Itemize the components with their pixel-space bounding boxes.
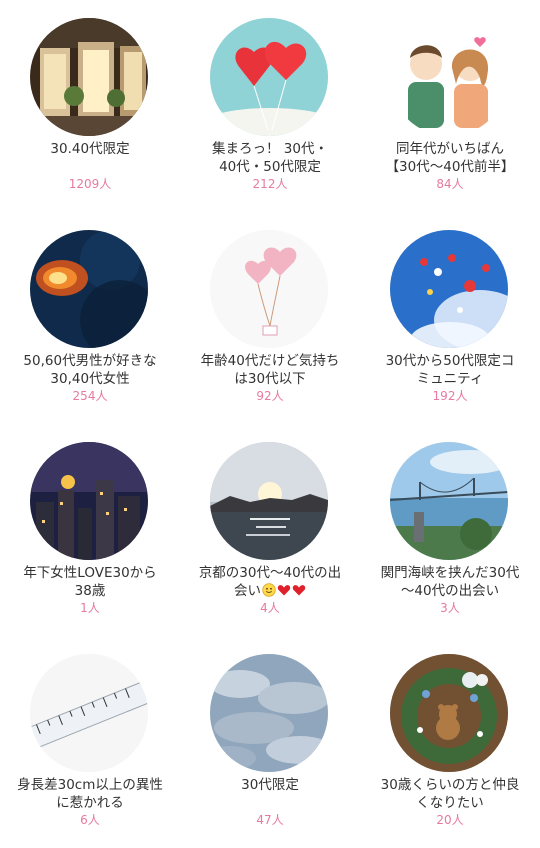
community-thumbnail[interactable] [390, 442, 508, 560]
member-count: 254人 [72, 389, 108, 403]
ruler-photo [30, 654, 148, 772]
community-title-line: 会い [186, 582, 354, 600]
community-title-line: 同年代がいちばん [396, 141, 504, 157]
community-title-line: 30,40代女性 [50, 371, 130, 387]
community-thumbnail[interactable] [390, 18, 508, 136]
community-thumbnail[interactable] [390, 654, 508, 772]
community-title[interactable]: 京都の30代〜40代の出 会い [186, 564, 354, 600]
community-card[interactable]: 身長差30cm以上の異性 に惹かれる 6人 [0, 636, 180, 848]
community-thumbnail[interactable] [390, 230, 508, 348]
community-grid: 30.40代限定 1209人 集まろっ！ 30代・ 40代・50代限定 212人 [0, 0, 540, 845]
community-title-line: くなりたい [416, 795, 484, 811]
member-count: 6人 [80, 813, 100, 827]
community-card[interactable]: 30.40代限定 1209人 [0, 0, 180, 212]
community-title[interactable]: 身長差30cm以上の異性 に惹かれる [6, 776, 174, 812]
community-title-line: 50,60代男性が好きな [23, 353, 157, 369]
community-card[interactable]: 同年代がいちばん 【30代〜40代前半】 84人 [360, 0, 540, 212]
member-count: 212人 [252, 177, 288, 191]
community-title-line: 年齢40代だけど気持ち [200, 353, 340, 369]
community-title[interactable]: 30.40代限定 [6, 140, 174, 158]
community-title-line: 集まろっ！ 30代・ [212, 141, 328, 157]
community-card[interactable]: 年下女性LOVE30から 38歳 1人 [0, 424, 180, 636]
community-title-line: 30.40代限定 [50, 141, 130, 157]
community-thumbnail[interactable] [30, 442, 148, 560]
member-count: 47人 [256, 813, 284, 827]
community-title-line: 38歳 [74, 583, 106, 599]
community-card[interactable]: 30歳くらいの方と仲良 くなりたい 20人 [360, 636, 540, 848]
community-title-line: 身長差30cm以上の異性 [17, 777, 163, 793]
pink-heart-balloons-illustration [210, 230, 328, 348]
community-title-line: 40代・50代限定 [219, 159, 321, 175]
community-title-line: 〜40代の出会い [400, 583, 500, 599]
member-count: 1人 [80, 601, 100, 615]
couple-illustration [390, 18, 508, 136]
community-title[interactable]: 関門海峡を挟んだ30代 〜40代の出会い [366, 564, 534, 600]
community-title[interactable]: 50,60代男性が好きな 30,40代女性 [6, 352, 174, 388]
community-title[interactable]: 30代から50代限定コ ミュニティ [366, 352, 534, 388]
member-count: 20人 [436, 813, 464, 827]
red-heart-emoji [277, 585, 291, 596]
community-title-line: 30代から50代限定コ [385, 353, 515, 369]
community-title[interactable]: 年齢40代だけど気持ち は30代以下 [186, 352, 354, 388]
community-title[interactable]: 30歳くらいの方と仲良 くなりたい [366, 776, 534, 812]
community-title[interactable]: 30代限定 [186, 776, 354, 794]
community-card[interactable]: 関門海峡を挟んだ30代 〜40代の出会い 3人 [360, 424, 540, 636]
community-thumbnail[interactable] [30, 18, 148, 136]
lit-shopfront-photo [30, 18, 148, 136]
member-count: 192人 [432, 389, 468, 403]
cloudy-sky-photo [210, 654, 328, 772]
smiley-emoji [262, 583, 276, 597]
fire-in-night-sky-photo [30, 230, 148, 348]
community-card[interactable]: 京都の30代〜40代の出 会い 4人 [180, 424, 360, 636]
community-thumbnail[interactable] [210, 18, 328, 136]
community-title[interactable]: 集まろっ！ 30代・ 40代・50代限定 [186, 140, 354, 176]
community-title-line: 京都の30代〜40代の出 [198, 565, 342, 581]
city-night-moon-photo [30, 442, 148, 560]
community-thumbnail[interactable] [210, 442, 328, 560]
member-count: 1209人 [68, 177, 112, 191]
sunset-lake-photo [210, 442, 328, 560]
community-title[interactable]: 年下女性LOVE30から 38歳 [6, 564, 174, 600]
community-title-line: ミュニティ [416, 371, 484, 387]
community-title-line: に惹かれる [56, 795, 124, 811]
member-count: 84人 [436, 177, 464, 191]
community-thumbnail[interactable] [210, 654, 328, 772]
community-title-line: 30歳くらいの方と仲良 [380, 777, 520, 793]
member-count: 3人 [440, 601, 460, 615]
community-thumbnail[interactable] [210, 230, 328, 348]
red-heart-emoji [292, 585, 306, 596]
community-card[interactable]: 30代限定 47人 [180, 636, 360, 848]
community-title-line: 【30代〜40代前半】 [385, 159, 515, 175]
kanmon-bridge-photo [390, 442, 508, 560]
community-card[interactable]: 集まろっ！ 30代・ 40代・50代限定 212人 [180, 0, 360, 212]
community-card[interactable]: 50,60代男性が好きな 30,40代女性 254人 [0, 212, 180, 424]
community-title-line: は30代以下 [234, 371, 306, 387]
community-card[interactable]: 30代から50代限定コ ミュニティ 192人 [360, 212, 540, 424]
wreath-teddy-bear-photo [390, 654, 508, 772]
community-title[interactable]: 同年代がいちばん 【30代〜40代前半】 [366, 140, 534, 176]
community-card[interactable]: 年齢40代だけど気持ち は30代以下 92人 [180, 212, 360, 424]
balloons-blue-sky-photo [390, 230, 508, 348]
community-title-line: 年下女性LOVE30から [23, 565, 157, 581]
member-count: 4人 [260, 601, 280, 615]
red-heart-balloons-photo [210, 18, 328, 136]
community-thumbnail[interactable] [30, 654, 148, 772]
community-title-line: 関門海峡を挟んだ30代 [380, 565, 520, 581]
member-count: 92人 [256, 389, 284, 403]
community-title-line: 30代限定 [241, 777, 299, 793]
community-thumbnail[interactable] [30, 230, 148, 348]
